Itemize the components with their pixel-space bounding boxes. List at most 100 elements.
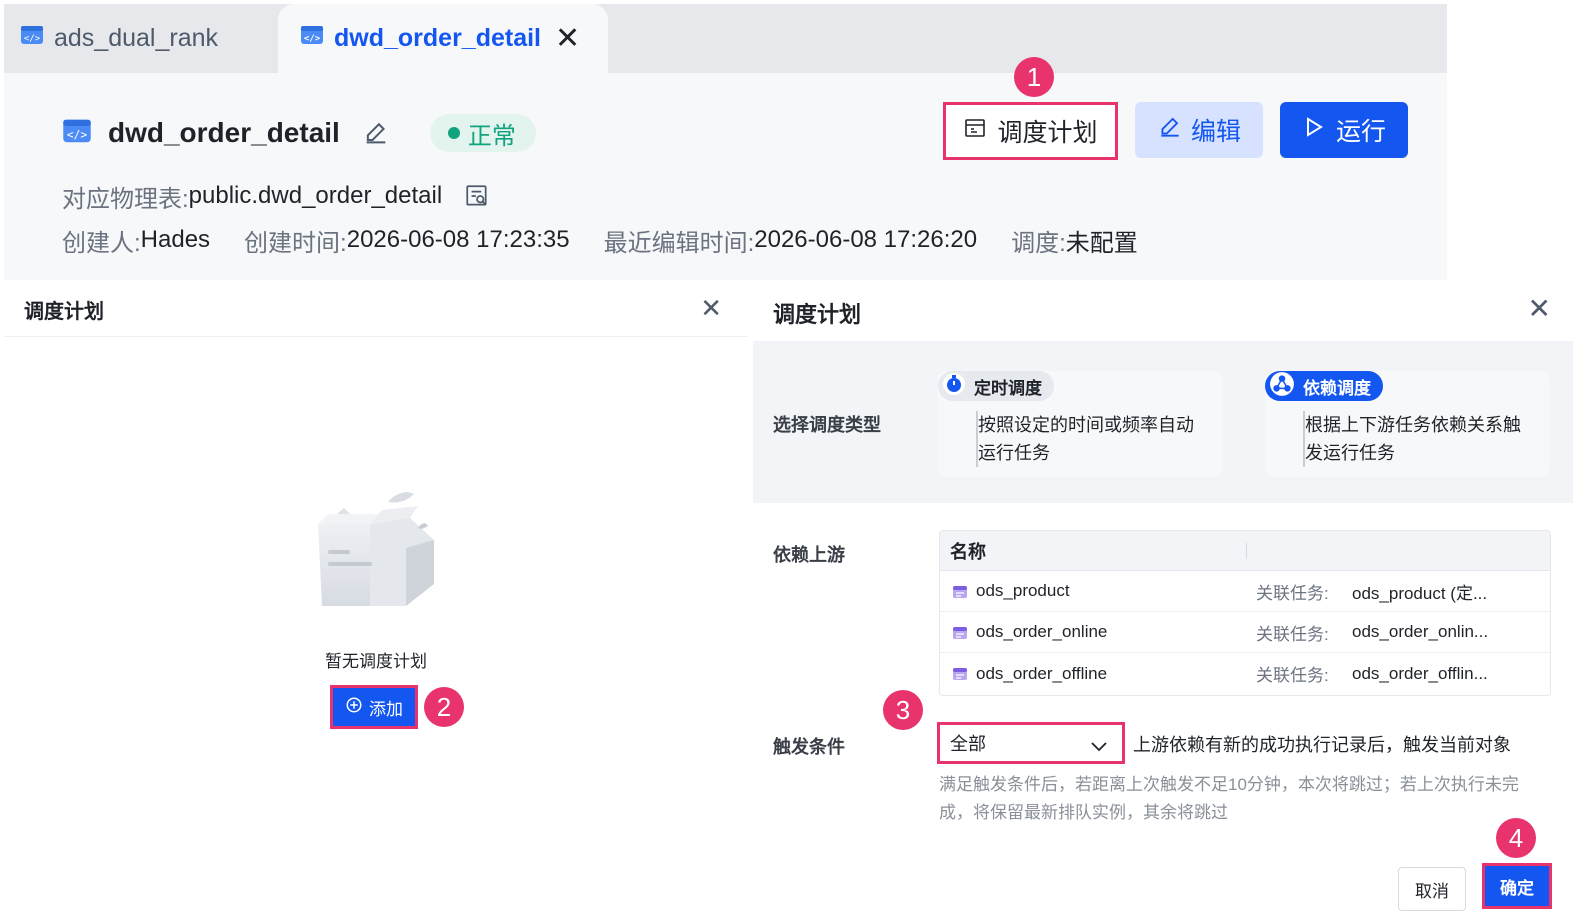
edit-button[interactable]: 编辑 — [1135, 102, 1263, 158]
timer-schedule-desc: 按照设定的时间或频率自动 运行任务 — [976, 411, 1206, 467]
creator-value: Hades — [140, 226, 211, 253]
schedule-plan-label: 调度计划 — [997, 119, 1098, 147]
cancel-button[interactable]: 取消 — [1398, 867, 1466, 911]
upstream-label: 依赖上游 — [773, 545, 845, 565]
status-badge: 正常 — [429, 114, 536, 152]
svg-text:</>: </> — [67, 128, 88, 141]
name-column-header: 名称 — [950, 541, 986, 562]
table-header: 名称 — [940, 531, 1550, 571]
schedule-status-value: 未配置 — [1065, 229, 1138, 257]
dependency-schedule-title: 依赖调度 — [1303, 378, 1371, 398]
empty-state-text: 暂无调度计划 — [325, 652, 427, 671]
status-text: 正常 — [467, 122, 516, 150]
dependency-schedule-option[interactable]: 依赖调度 根据上下游任务依赖关系触 发运行任务 — [1265, 371, 1550, 477]
upstream-name: ods_product — [976, 581, 1070, 600]
meta-info-row: 创建人: Hades 创建时间: 2026-06-08 17:23:35 最近编… — [62, 222, 1172, 258]
empty-box-illustration — [310, 488, 446, 613]
related-task-label: 关联任务: — [1256, 666, 1329, 685]
play-icon — [1302, 115, 1326, 146]
desc-line: 根据上下游任务依赖关系触 — [1305, 415, 1521, 435]
tab-dwd-order-detail[interactable]: </> dwd_order_detail ✕ — [278, 4, 608, 73]
trigger-condition-select[interactable]: 全部 — [937, 722, 1125, 764]
table-icon — [952, 584, 968, 605]
physical-table-label: 对应物理表: — [62, 185, 189, 213]
upstream-dependency-table: 名称 ods_product 关联任务: ods_product (定... o… — [939, 530, 1551, 696]
created-time-value: 2026-06-08 17:23:35 — [346, 226, 570, 253]
related-task-label: 关联任务: — [1256, 624, 1329, 644]
step-marker-3: 3 — [883, 690, 923, 730]
dialog-title: 调度计划 — [24, 301, 104, 323]
run-button[interactable]: 运行 — [1280, 102, 1408, 158]
run-label: 运行 — [1335, 118, 1386, 146]
timer-schedule-title: 定时调度 — [974, 378, 1042, 398]
title-row: </> dwd_order_detail 正常 — [62, 108, 536, 158]
related-task-value: ods_order_offlin... — [1352, 663, 1488, 683]
step-marker-2: 2 — [424, 687, 464, 727]
table-row[interactable]: ods_order_online 关联任务: ods_order_onlin..… — [940, 612, 1550, 653]
schedule-type-label: 选择调度类型 — [773, 415, 881, 435]
step-marker-4: 4 — [1496, 818, 1536, 858]
dependency-icon — [1269, 371, 1295, 402]
step-marker-1: 1 — [1014, 57, 1054, 97]
confirm-button[interactable]: 确定 — [1482, 863, 1552, 909]
desc-line: 发运行任务 — [1305, 443, 1395, 463]
stopwatch-icon — [942, 372, 966, 401]
page-title: dwd_order_detail — [108, 117, 340, 148]
related-task-value: ods_order_onlin... — [1352, 622, 1489, 641]
dialog-header: 调度计划 ✕ — [4, 283, 748, 337]
edited-time-value: 2026-06-08 17:26:20 — [754, 226, 978, 253]
close-icon[interactable]: ✕ — [1528, 295, 1551, 323]
creator-label: 创建人: — [62, 229, 141, 257]
column-divider — [1246, 543, 1247, 559]
table-icon — [952, 625, 968, 646]
created-time-label: 创建时间: — [244, 229, 347, 257]
code-file-icon: </> — [20, 23, 44, 54]
add-label: 添加 — [369, 699, 403, 719]
close-tab-icon[interactable]: ✕ — [555, 23, 580, 54]
close-icon[interactable]: ✕ — [700, 295, 722, 321]
code-file-icon: </> — [300, 23, 324, 54]
table-preview-icon[interactable] — [464, 183, 490, 209]
timer-schedule-option[interactable]: 定时调度 按照设定的时间或频率自动 运行任务 — [938, 371, 1223, 477]
plus-circle-icon — [345, 696, 363, 719]
trigger-condition-label: 触发条件 — [773, 737, 845, 757]
calendar-icon — [963, 116, 987, 147]
chevron-down-icon — [1090, 737, 1108, 758]
physical-table-value: public.dwd_order_detail — [188, 182, 443, 209]
table-row[interactable]: ods_product 关联任务: ods_product (定... — [940, 571, 1550, 612]
dependency-schedule-pill: 依赖调度 — [1265, 371, 1383, 401]
related-task-value: ods_product (定... — [1352, 583, 1488, 603]
svg-text:</>: </> — [24, 34, 41, 44]
edit-label: 编辑 — [1190, 118, 1241, 146]
schedule-plan-config-dialog: 调度计划 ✕ 选择调度类型 定时调度 按照设定的时间或频率自动 运行任务 依赖调… — [753, 283, 1573, 923]
desc-line: 运行任务 — [978, 443, 1050, 463]
edited-time-label: 最近编辑时间: — [603, 229, 755, 257]
schedule-status-label: 调度: — [1011, 229, 1066, 257]
physical-table-row: 对应物理表: public.dwd_order_detail — [62, 178, 490, 214]
tab-label: dwd_order_detail — [334, 24, 541, 52]
edit-icon — [1157, 114, 1183, 147]
dialog-title: 调度计划 — [773, 302, 862, 327]
tab-ads-dual-rank[interactable]: </> ads_dual_rank — [4, 4, 274, 73]
timer-schedule-pill: 定时调度 — [938, 371, 1054, 401]
trigger-hint-text: 满足触发条件后，若距离上次触发不足10分钟，本次将跳过；若上次执行未完成，将保留… — [939, 775, 1519, 822]
schedule-plan-button[interactable]: 调度计划 — [943, 102, 1118, 160]
upstream-name: ods_order_online — [976, 622, 1108, 641]
rename-pencil-icon[interactable] — [362, 119, 390, 147]
upstream-name: ods_order_offline — [976, 663, 1108, 683]
desc-line: 按照设定的时间或频率自动 — [978, 415, 1194, 435]
trigger-condition-desc: 上游依赖有新的成功执行记录后，触发当前对象 — [1133, 735, 1511, 755]
tab-bar: </> ads_dual_rank </> dwd_order_detail ✕ — [4, 4, 1447, 73]
trigger-condition-value: 全部 — [950, 734, 986, 754]
add-schedule-button[interactable]: 添加 — [330, 685, 418, 729]
status-dot — [447, 127, 460, 139]
table-row[interactable]: ods_order_offline 关联任务: ods_order_offlin… — [940, 653, 1550, 694]
tab-label: ads_dual_rank — [54, 24, 219, 52]
schedule-type-section: 选择调度类型 定时调度 按照设定的时间或频率自动 运行任务 依赖调度 根据上下游… — [753, 341, 1573, 503]
related-task-label: 关联任务: — [1256, 583, 1329, 603]
schedule-plan-empty-dialog: 调度计划 ✕ 暂无调度计划 添加 — [4, 283, 748, 923]
svg-text:</>: </> — [304, 34, 321, 44]
code-file-icon: </> — [62, 116, 92, 151]
dialog-header: 调度计划 ✕ — [753, 283, 1573, 341]
table-icon — [952, 666, 968, 687]
